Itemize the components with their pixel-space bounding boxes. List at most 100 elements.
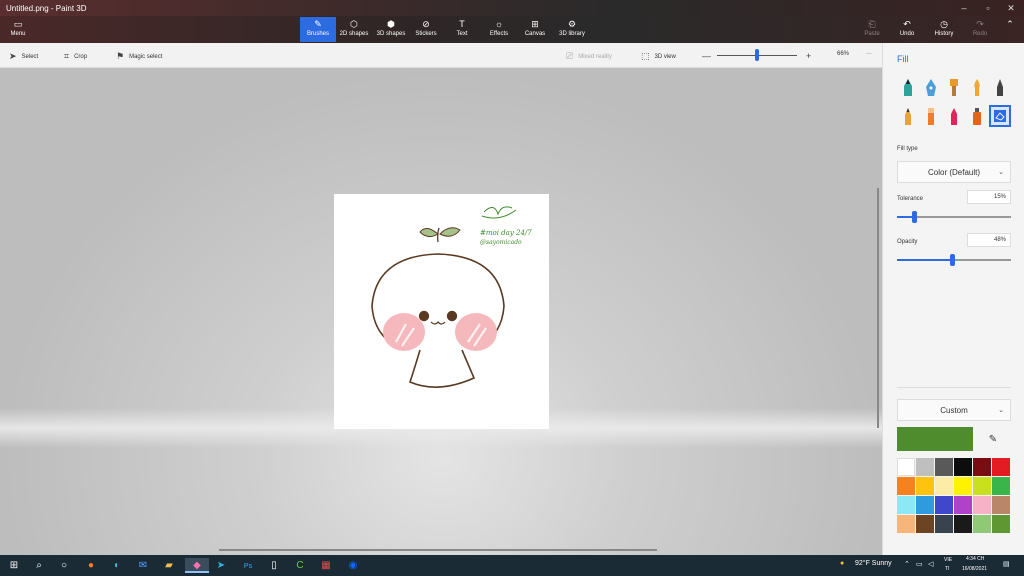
paint3d-taskbar-button[interactable]: ◆	[185, 558, 209, 573]
task-view-button[interactable]: ○	[56, 558, 72, 573]
marker-brush[interactable]	[897, 76, 919, 98]
app-taskbar-button[interactable]: ▦	[318, 558, 334, 573]
clock-time[interactable]: 4:34 CH	[966, 556, 984, 562]
color-swatch[interactable]	[916, 477, 934, 495]
chevron-down-icon: ⌄	[998, 169, 1004, 176]
minimize-button[interactable]: –	[957, 2, 971, 14]
crayon-brush[interactable]	[943, 105, 965, 127]
zoom-out-button[interactable]: —	[702, 51, 711, 61]
magic-select-button[interactable]: ⚑ Magic select	[116, 51, 162, 62]
search-button[interactable]: ⌕	[31, 558, 47, 573]
color-swatch[interactable]	[935, 477, 953, 495]
paste-button[interactable]: ⎗ Paste	[861, 17, 883, 42]
color-swatch[interactable]	[916, 515, 934, 533]
input-mode-indicator[interactable]: TI	[945, 566, 949, 572]
color-swatch[interactable]	[935, 496, 953, 514]
file-explorer-taskbar-button[interactable]: ▰	[161, 558, 177, 573]
color-swatch[interactable]	[973, 496, 991, 514]
opacity-slider-thumb[interactable]	[949, 254, 955, 266]
color-swatch[interactable]	[897, 458, 915, 476]
eyedropper-button[interactable]: ✎	[981, 427, 1005, 451]
fill-type-label: Fill type	[897, 146, 918, 152]
redo-button[interactable]: ↷ Redo	[969, 17, 991, 42]
opacity-slider[interactable]	[897, 254, 1011, 266]
language-indicator[interactable]: VIE	[944, 557, 952, 563]
clock-date[interactable]: 16/08/2021	[962, 566, 987, 572]
vertical-scrollbar[interactable]	[877, 188, 879, 428]
color-swatch[interactable]	[992, 458, 1010, 476]
edge-taskbar-button[interactable]: ◐	[109, 558, 125, 573]
eraser-brush[interactable]	[920, 105, 942, 127]
select-button[interactable]: ➤ Select	[9, 51, 38, 62]
notepad-taskbar-button[interactable]: ▯	[266, 558, 282, 573]
color-swatch[interactable]	[935, 515, 953, 533]
custom-color-dropdown[interactable]: Custom ⌄	[897, 399, 1011, 421]
zalo-taskbar-button[interactable]: ◉	[345, 558, 361, 573]
tray-chevron-icon[interactable]: ⌃	[904, 560, 910, 568]
photoshop-taskbar-button[interactable]: Ps	[240, 558, 256, 573]
color-swatch[interactable]	[973, 477, 991, 495]
zoom-slider-thumb[interactable]	[755, 49, 759, 61]
more-options-button[interactable]: ···	[866, 51, 872, 57]
crop-button[interactable]: ⌗ Crop	[64, 51, 87, 62]
maximize-button[interactable]: ▫	[981, 2, 995, 14]
tool-canvas[interactable]: ⊞ Canvas	[522, 17, 548, 42]
color-swatch[interactable]	[954, 477, 972, 495]
pixel-pen-brush[interactable]	[989, 76, 1011, 98]
paste-icon: ⎗	[868, 19, 876, 29]
color-swatch[interactable]	[897, 477, 915, 495]
mixed-reality-button[interactable]: ⎚ Mixed reality	[566, 51, 612, 62]
opacity-input[interactable]: 48%	[967, 233, 1011, 247]
horizontal-scrollbar[interactable]	[219, 549, 657, 551]
fill-bucket-brush[interactable]	[989, 105, 1011, 127]
pencil-brush[interactable]	[897, 105, 919, 127]
color-swatch[interactable]	[954, 515, 972, 533]
volume-icon[interactable]: ◁	[928, 560, 933, 568]
calligraphy-pen-brush[interactable]	[920, 76, 942, 98]
undo-button[interactable]: ↶ Undo	[896, 17, 918, 42]
zoom-slider[interactable]	[717, 49, 797, 61]
color-swatch[interactable]	[935, 458, 953, 476]
color-swatch[interactable]	[954, 496, 972, 514]
tool-2d-shapes[interactable]: ⬡ 2D shapes	[338, 17, 370, 42]
tool-3d-shapes[interactable]: ⬢ 3D shapes	[375, 17, 407, 42]
color-swatch[interactable]	[954, 458, 972, 476]
tolerance-slider[interactable]	[897, 211, 1011, 223]
color-swatch[interactable]	[992, 515, 1010, 533]
history-button[interactable]: ◷ History	[931, 17, 957, 42]
tool-brush[interactable]: ✎ Brushes	[300, 17, 336, 42]
color-swatch[interactable]	[973, 515, 991, 533]
color-swatch[interactable]	[916, 496, 934, 514]
mail-taskbar-button[interactable]: ✉	[135, 558, 151, 573]
fill-type-dropdown[interactable]: Color (Default) ⌄	[897, 161, 1011, 183]
firefox-taskbar-button[interactable]: ●	[83, 558, 99, 573]
tool-3d-library[interactable]: ⚙ 3D library	[556, 17, 588, 42]
zoom-in-button[interactable]: +	[806, 51, 811, 61]
color-swatch[interactable]	[916, 458, 934, 476]
selected-color-preview[interactable]	[897, 427, 973, 451]
weather-text[interactable]: 92°F Sunny	[855, 560, 892, 567]
network-icon[interactable]: ▭	[916, 560, 923, 568]
drawing-canvas[interactable]: #moi day 24/7 @sayomicado	[334, 194, 549, 429]
color-swatch[interactable]	[992, 477, 1010, 495]
tool-stickers[interactable]: ⊘ Stickers	[413, 17, 439, 42]
color-swatch[interactable]	[992, 496, 1010, 514]
oil-brush[interactable]	[943, 76, 965, 98]
color-swatch[interactable]	[973, 458, 991, 476]
tolerance-slider-thumb[interactable]	[912, 211, 918, 223]
collapse-toolbar-button[interactable]: ⌃	[1002, 17, 1018, 42]
watercolor-brush[interactable]	[966, 76, 988, 98]
tool-text[interactable]: T Text	[449, 17, 475, 42]
close-button[interactable]: ✕	[1004, 2, 1018, 14]
color-swatch[interactable]	[897, 496, 915, 514]
start-button[interactable]: ⊞	[6, 558, 22, 573]
notifications-icon[interactable]: ▤	[1003, 560, 1010, 568]
3d-view-button[interactable]: ⬚ 3D view	[641, 51, 676, 62]
tolerance-input[interactable]: 15%	[967, 190, 1011, 204]
tool-effects[interactable]: ☼ Effects	[486, 17, 512, 42]
menu-button[interactable]: ▭ Menu	[4, 17, 32, 42]
color-swatch[interactable]	[897, 515, 915, 533]
camtasia-taskbar-button[interactable]: C	[292, 558, 308, 573]
spray-can-brush[interactable]	[966, 105, 988, 127]
telegram-taskbar-button[interactable]: ➤	[213, 558, 229, 573]
